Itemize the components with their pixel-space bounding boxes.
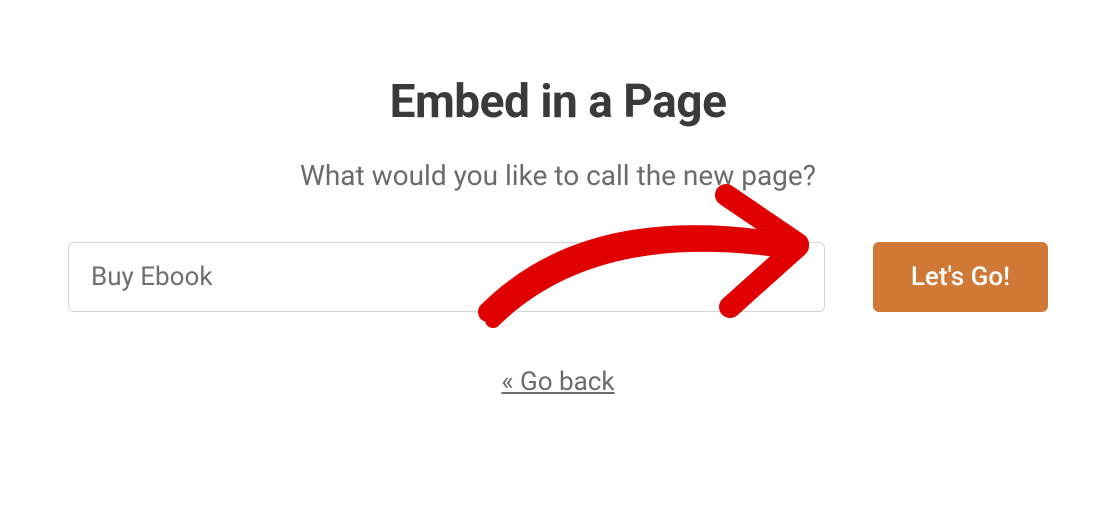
lets-go-button[interactable]: Let's Go!: [873, 242, 1048, 312]
page-subtitle: What would you like to call the new page…: [300, 159, 816, 192]
page-title: Embed in a Page: [390, 75, 727, 129]
embed-page-dialog: Embed in a Page What would you like to c…: [0, 0, 1116, 397]
go-back-link[interactable]: « Go back: [501, 367, 614, 397]
input-row: Let's Go!: [68, 242, 1048, 312]
page-name-input[interactable]: [68, 242, 825, 312]
